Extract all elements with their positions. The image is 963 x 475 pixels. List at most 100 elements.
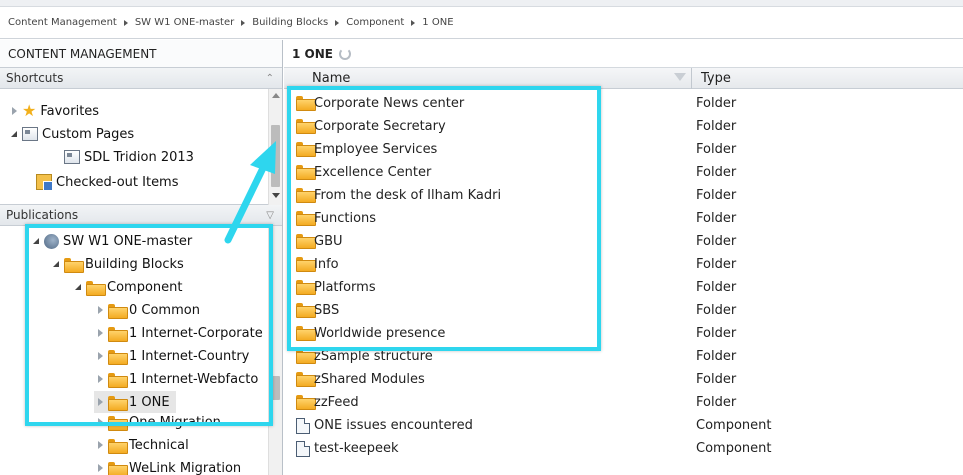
tree-item-label: WeLink Migration (129, 460, 242, 475)
folder-icon (108, 461, 128, 475)
tree-item-label: SW W1 ONE-master (63, 233, 193, 249)
column-header-type[interactable]: Type (701, 68, 731, 89)
expand-toggle-icon[interactable] (94, 329, 106, 337)
table-row[interactable]: Info Folder (284, 253, 963, 276)
table-row[interactable]: GBU Folder (284, 230, 963, 253)
shortcuts-header[interactable]: Shortcuts ⌃ (0, 68, 282, 89)
table-row[interactable]: SBS Folder (284, 299, 963, 322)
row-name: Worldwide presence (314, 326, 446, 341)
collapse-toggle-icon[interactable] (30, 238, 42, 244)
breadcrumb-item-publication[interactable]: SW W1 ONE-master (135, 17, 234, 28)
expand-toggle-icon[interactable] (94, 441, 106, 449)
row-type: Folder (696, 372, 737, 387)
publications-header-label: Publications (6, 208, 79, 222)
tree-item-0-common[interactable]: 0 Common (94, 299, 200, 321)
row-name: Functions (314, 211, 377, 226)
table-row[interactable]: Corporate News center Folder (284, 92, 963, 115)
expand-toggle-icon[interactable] (94, 306, 106, 314)
scrollbar-thumb[interactable] (271, 125, 280, 187)
shortcuts-header-label: Shortcuts (6, 71, 64, 85)
row-name: zShared Modules (314, 372, 425, 387)
folder-open-icon (86, 280, 106, 296)
breadcrumb-item-component[interactable]: Component (346, 17, 404, 28)
publications-header[interactable]: Publications ▽ (0, 205, 282, 226)
column-divider[interactable] (691, 68, 692, 89)
folder-icon (108, 326, 128, 342)
row-name: Employee Services (314, 142, 438, 157)
table-row[interactable]: test-keepeek Component (284, 437, 963, 460)
breadcrumb-item-content-management[interactable]: Content Management (8, 17, 117, 28)
tree-item-label: 1 Internet-Corporate (129, 325, 263, 341)
folder-icon (108, 395, 128, 411)
tree-item-technical[interactable]: Technical (94, 434, 189, 456)
collapse-toggle-icon[interactable] (72, 284, 84, 290)
shortcuts-scrollbar[interactable] (268, 89, 282, 205)
breadcrumb-item-building-blocks[interactable]: Building Blocks (252, 17, 328, 28)
tree-item-1-internet-corporate[interactable]: 1 Internet-Corporate (94, 322, 263, 344)
tree-item-label: Building Blocks (85, 256, 184, 272)
tree-item-1-one[interactable]: 1 ONE (94, 391, 176, 413)
table-row[interactable]: Excellence Center Folder (284, 161, 963, 184)
row-type: Folder (696, 303, 737, 318)
breadcrumb-item-current[interactable]: 1 ONE (422, 17, 453, 28)
column-header-name[interactable]: Name (312, 68, 350, 89)
row-type: Folder (696, 280, 737, 295)
breadcrumb-separator-icon (241, 19, 246, 26)
expand-toggle-icon[interactable] (94, 464, 106, 472)
row-name: zSample structure (314, 349, 433, 364)
folder-icon (296, 326, 316, 341)
table-row[interactable]: From the desk of Ilham Kadri Folder (284, 184, 963, 207)
tree-item-one-migration[interactable]: One Migration (94, 411, 221, 433)
row-type: Component (696, 441, 772, 456)
tree-item-custom-pages[interactable]: Custom Pages (8, 123, 134, 145)
table-row[interactable]: Corporate Secretary Folder (284, 115, 963, 138)
scroll-up-icon[interactable] (272, 93, 280, 98)
collapse-toggle-icon[interactable] (8, 131, 20, 137)
tree-item-favorites[interactable]: ★ Favorites (8, 100, 99, 122)
row-name: Corporate News center (314, 96, 465, 111)
refresh-icon[interactable] (338, 47, 351, 60)
collapse-toggle-icon[interactable] (50, 261, 62, 267)
scrollbar-thumb[interactable] (271, 376, 280, 400)
tree-item-sdl-tridion[interactable]: SDL Tridion 2013 (64, 146, 194, 168)
list-title: 1 ONE (284, 40, 963, 68)
expand-toggle-icon[interactable] (94, 418, 106, 426)
table-row[interactable]: Platforms Folder (284, 276, 963, 299)
expand-toggle-icon[interactable] (94, 398, 106, 406)
folder-icon (108, 372, 128, 388)
tree-item-building-blocks[interactable]: Building Blocks (50, 253, 184, 275)
tree-item-1-internet-country[interactable]: 1 Internet-Country (94, 345, 249, 367)
row-type: Folder (696, 119, 737, 134)
row-type: Component (696, 418, 772, 433)
folder-icon (296, 165, 316, 180)
folder-icon (296, 257, 316, 272)
filter-icon[interactable]: ▽ (266, 210, 274, 221)
table-row[interactable]: ONE issues encountered Component (284, 414, 963, 437)
filter-icon[interactable] (674, 73, 686, 81)
row-type: Folder (696, 395, 737, 410)
folder-icon (108, 415, 128, 431)
tree-item-component[interactable]: Component (72, 276, 182, 298)
collapse-icon[interactable]: ⌃ (266, 73, 274, 84)
publications-scrollbar[interactable] (268, 226, 282, 475)
list-header: Name Type (284, 68, 963, 89)
tree-item-publication[interactable]: SW W1 ONE-master (30, 230, 192, 252)
folder-icon (296, 303, 316, 318)
tree-item-checked-out[interactable]: Checked-out Items (36, 171, 179, 193)
tree-item-welink-migration[interactable]: WeLink Migration (94, 457, 241, 475)
expand-toggle-icon[interactable] (94, 352, 106, 360)
row-name: Corporate Secretary (314, 119, 446, 134)
tree-item-label: Custom Pages (42, 126, 135, 142)
table-row[interactable]: zShared Modules Folder (284, 368, 963, 391)
table-row[interactable]: Worldwide presence Folder (284, 322, 963, 345)
table-row[interactable]: zSample structure Folder (284, 345, 963, 368)
table-row[interactable]: Employee Services Folder (284, 138, 963, 161)
tree-item-1-internet-webfacto[interactable]: 1 Internet-Webfacto (94, 368, 258, 390)
scroll-down-icon[interactable] (272, 193, 280, 198)
folder-icon (296, 280, 316, 295)
table-row[interactable]: zzFeed Folder (284, 391, 963, 414)
expand-toggle-icon[interactable] (8, 107, 20, 115)
table-row[interactable]: Functions Folder (284, 207, 963, 230)
current-folder-title: 1 ONE (292, 46, 333, 61)
expand-toggle-icon[interactable] (94, 375, 106, 383)
